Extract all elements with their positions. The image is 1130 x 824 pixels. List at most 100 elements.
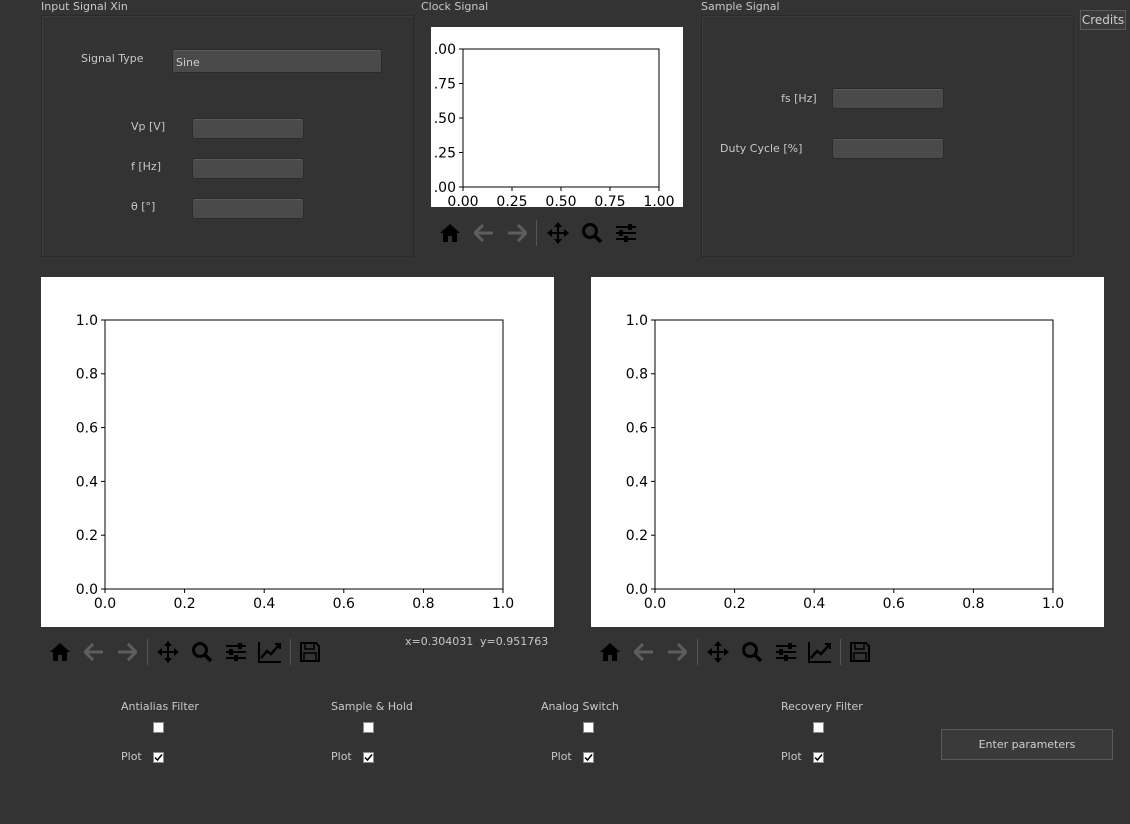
clock-x-tick-label: 1.00	[643, 194, 674, 207]
forward-arrow-icon[interactable]	[113, 638, 141, 666]
clock-y-tick-label: .25	[434, 145, 456, 161]
right-x-tick-label: 1.0	[1042, 596, 1064, 612]
f-label: f [Hz]	[131, 160, 161, 173]
clock-x-tick-label: 0.25	[496, 194, 527, 207]
clock-y-tick-label: .00	[434, 180, 456, 196]
sample-hold-plot-label: Plot	[331, 750, 352, 763]
right-y-tick-label: 0.8	[626, 367, 648, 383]
toolbar-separator	[697, 639, 698, 665]
save-icon[interactable]	[296, 638, 324, 666]
fs-input[interactable]	[832, 88, 944, 109]
clock-x-tick-label: 0.00	[447, 194, 478, 207]
recovery-filter-checkbox[interactable]	[813, 722, 824, 733]
home-icon[interactable]	[436, 219, 464, 247]
clock-x-tick-label: 0.75	[594, 194, 625, 207]
left-plot-axes: 0.0 0.2 0.4 0.6 0.8 1.0 0.0 0.2 0.4 0.6 0.8 1.0	[76, 313, 514, 612]
antialias-plot-label: Plot	[121, 750, 142, 763]
back-arrow-icon[interactable]	[80, 638, 108, 666]
signal-type-select[interactable]: Sine	[172, 49, 382, 73]
vp-input[interactable]	[192, 118, 304, 139]
toolbar-separator	[147, 639, 148, 665]
credits-button[interactable]: Credits	[1080, 10, 1126, 30]
theta-input[interactable]	[192, 198, 304, 219]
left-y-tick-label: 0.0	[76, 582, 98, 598]
antialias-filter-label: Antialias Filter	[121, 700, 199, 713]
toolbar-separator	[536, 220, 537, 246]
left-y-tick-label: 1.0	[76, 313, 98, 329]
clock-y-tick-label: .75	[434, 76, 456, 92]
fs-label: fs [Hz]	[781, 92, 817, 105]
vp-label: Vp [V]	[131, 120, 166, 133]
checkmark-icon	[584, 754, 593, 762]
back-arrow-icon[interactable]	[470, 219, 498, 247]
f-input[interactable]	[192, 158, 304, 179]
configure-subplots-icon[interactable]	[222, 638, 250, 666]
checkmark-icon	[364, 754, 373, 762]
save-icon[interactable]	[846, 638, 874, 666]
right-plot-toolbar	[591, 636, 881, 668]
edit-axis-icon[interactable]	[256, 638, 284, 666]
clock-x-tick-label: 0.50	[545, 194, 576, 207]
analog-switch-checkbox[interactable]	[583, 722, 594, 733]
right-x-tick-label: 0.4	[803, 596, 825, 612]
right-x-tick-label: 0.6	[883, 596, 905, 612]
pan-icon[interactable]	[154, 638, 182, 666]
forward-arrow-icon[interactable]	[503, 219, 531, 247]
clock-axes-frame	[462, 48, 660, 188]
clock-plot-toolbar	[431, 217, 651, 247]
duty-cycle-input[interactable]	[832, 138, 944, 159]
recovery-filter-plot-checkbox[interactable]	[813, 752, 824, 763]
left-x-tick-label: 0.2	[173, 596, 195, 612]
forward-arrow-icon[interactable]	[663, 638, 691, 666]
left-x-tick-label: 0.6	[333, 596, 355, 612]
clock-signal-plot[interactable]: 0.00 0.25 0.50 0.75 1.00 .00 .25 .50 .75 .00	[431, 27, 683, 207]
left-plot[interactable]: 0.0 0.2 0.4 0.6 0.8 1.0 0.0 0.2 0.4 0.6 0.8 1.0	[41, 277, 554, 627]
left-x-tick-label: 0.4	[253, 596, 275, 612]
left-y-tick-label: 0.8	[76, 367, 98, 383]
sample-hold-label: Sample & Hold	[331, 700, 413, 713]
checkmark-icon	[154, 754, 163, 762]
sample-hold-plot-checkbox[interactable]	[363, 752, 374, 763]
clock-signal-axes: 0.00 0.25 0.50 0.75 1.00 .00 .25 .50 .75 .00	[434, 42, 675, 207]
right-y-tick-label: 0.6	[626, 421, 648, 437]
configure-subplots-icon[interactable]	[612, 219, 640, 247]
zoom-icon[interactable]	[738, 638, 766, 666]
recovery-filter-plot-label: Plot	[781, 750, 802, 763]
left-y-tick-label: 0.4	[76, 474, 98, 490]
cursor-y-readout: y=0.951763	[480, 635, 549, 648]
enter-parameters-button[interactable]: Enter parameters	[941, 729, 1113, 760]
sample-signal-group-title: Sample Signal	[701, 0, 780, 13]
analog-switch-plot-label: Plot	[551, 750, 572, 763]
right-axes-frame	[654, 319, 1054, 590]
edit-axis-icon[interactable]	[806, 638, 834, 666]
back-arrow-icon[interactable]	[630, 638, 658, 666]
home-icon[interactable]	[46, 638, 74, 666]
left-plot-toolbar	[41, 636, 331, 668]
right-x-tick-label: 0.0	[644, 596, 666, 612]
pan-icon[interactable]	[544, 219, 572, 247]
right-x-tick-label: 0.8	[962, 596, 984, 612]
sample-hold-checkbox[interactable]	[363, 722, 374, 733]
cursor-x-readout: x=0.304031	[405, 635, 474, 648]
toolbar-separator	[840, 639, 841, 665]
right-y-tick-label: 0.0	[626, 582, 648, 598]
duty-cycle-label: Duty Cycle [%]	[720, 142, 803, 155]
signal-type-label: Signal Type	[81, 52, 144, 65]
antialias-filter-checkbox[interactable]	[153, 722, 164, 733]
right-plot[interactable]: 0.0 0.2 0.4 0.6 0.8 1.0 0.0 0.2 0.4 0.6 0.8 1.0	[591, 277, 1104, 627]
right-plot-axes: 0.0 0.2 0.4 0.6 0.8 1.0 0.0 0.2 0.4 0.6 0.8 1.0	[626, 313, 1064, 612]
left-x-tick-label: 0.0	[94, 596, 116, 612]
configure-subplots-icon[interactable]	[772, 638, 800, 666]
home-icon[interactable]	[596, 638, 624, 666]
zoom-icon[interactable]	[578, 219, 606, 247]
analog-switch-plot-checkbox[interactable]	[583, 752, 594, 763]
theta-label: θ [°]	[131, 200, 156, 213]
left-x-tick-label: 0.8	[412, 596, 434, 612]
left-y-tick-label: 0.2	[76, 528, 98, 544]
zoom-icon[interactable]	[188, 638, 216, 666]
clock-y-tick-label: .00	[434, 42, 456, 58]
antialias-plot-checkbox[interactable]	[153, 752, 164, 763]
pan-icon[interactable]	[704, 638, 732, 666]
right-y-tick-label: 0.4	[626, 474, 648, 490]
toolbar-separator	[290, 639, 291, 665]
